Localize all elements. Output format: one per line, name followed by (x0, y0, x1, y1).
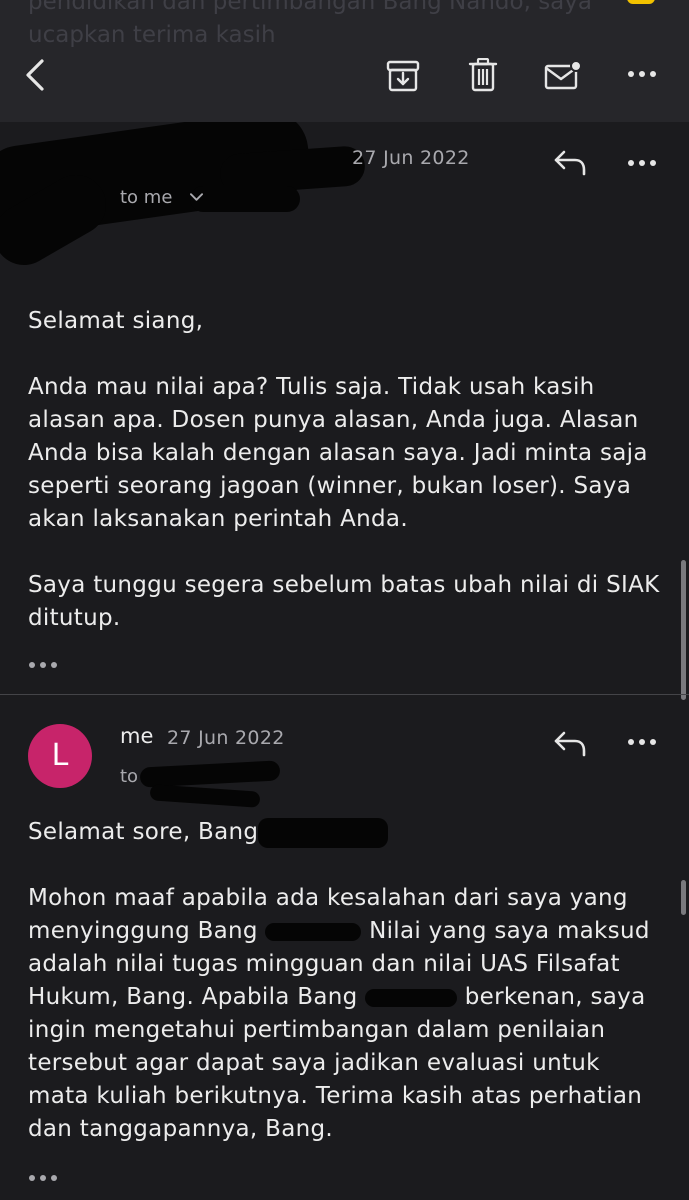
message1-body: Selamat siang, Anda mau nilai apa? Tulis… (28, 305, 668, 635)
chevron-down-icon[interactable] (190, 193, 203, 201)
redacted-name (365, 988, 458, 1007)
message-more-icon[interactable] (627, 158, 657, 168)
badge (627, 0, 655, 4)
message2-body: Selamat sore, Bang Mohon maaf apabila ad… (28, 816, 668, 1146)
divider (0, 694, 689, 695)
recipient-line: to (120, 766, 139, 787)
archive-icon[interactable] (386, 60, 420, 92)
top-toolbar: pendidikan dan pertimbangan Bang Nando, … (0, 0, 689, 122)
previous-message-tail: pendidikan dan pertimbangan Bang Nando, … (28, 0, 592, 48)
redacted-recipient (149, 784, 261, 808)
greeting: Selamat siang, (28, 308, 204, 334)
reply-icon[interactable] (553, 731, 587, 757)
greeting: Selamat sore, Bang (28, 816, 668, 849)
show-trimmed-icon[interactable] (28, 1173, 58, 1183)
message-date: 27 Jun 2022 (352, 147, 470, 169)
reply-icon[interactable] (553, 150, 587, 176)
mark-unread-icon[interactable] (544, 60, 582, 90)
message-date: 27 Jun 2022 (167, 727, 285, 749)
paragraph: Anda mau nilai apa? Tulis saja. Tidak us… (28, 374, 648, 532)
back-icon[interactable] (22, 58, 50, 92)
show-trimmed-icon[interactable] (28, 660, 58, 670)
redacted-name (258, 817, 389, 848)
redacted-recipient (139, 760, 281, 788)
recipient-line: to me (120, 187, 173, 208)
sender-name: me (120, 724, 154, 748)
redacted-sender (190, 186, 300, 212)
scrollbar[interactable] (681, 880, 686, 915)
greeting-text: Selamat sore, Bang (28, 819, 259, 845)
trash-icon[interactable] (468, 58, 498, 92)
more-icon[interactable] (626, 66, 658, 82)
paragraph: Saya tunggu segera sebelum batas ubah ni… (28, 572, 660, 631)
paragraph: Mohon maaf apabila ada kesalahan dari sa… (28, 882, 668, 1146)
redacted-name (265, 922, 362, 941)
avatar[interactable]: L (28, 724, 92, 788)
message-more-icon[interactable] (627, 737, 657, 747)
scrollbar[interactable] (681, 560, 686, 700)
